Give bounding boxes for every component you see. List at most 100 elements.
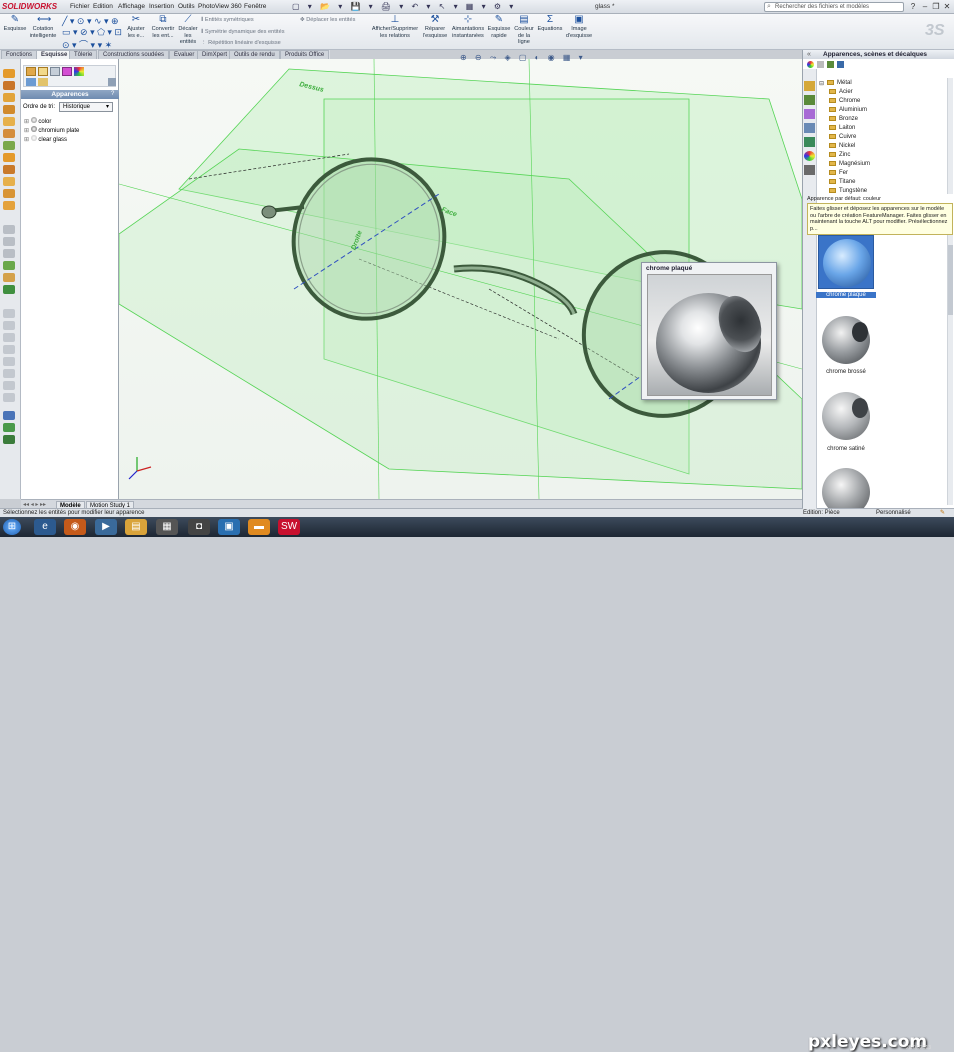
- toolbar-icon[interactable]: [3, 249, 15, 258]
- view-palette-tab-icon[interactable]: [804, 137, 815, 147]
- toolbar-icon[interactable]: [3, 369, 15, 378]
- start-button-icon[interactable]: ⊞: [3, 519, 21, 535]
- toolbar-icon[interactable]: [3, 261, 15, 270]
- tree-root-metal[interactable]: Métal: [827, 79, 852, 88]
- restore-icon[interactable]: ❐: [931, 2, 941, 12]
- toolbar-icon[interactable]: [3, 237, 15, 246]
- toolbar-icon[interactable]: [3, 321, 15, 330]
- property-manager-tab-icon[interactable]: [38, 67, 48, 76]
- swatch-scrollbar[interactable]: [947, 235, 953, 505]
- image-viewer-icon[interactable]: ▣: [218, 519, 240, 535]
- close-icon[interactable]: ✕: [942, 2, 952, 12]
- swatch-label[interactable]: chrome satiné: [816, 446, 876, 452]
- offset-entities-button[interactable]: ⟋ Décaler les entités: [177, 15, 199, 46]
- toolbar-icon[interactable]: [3, 165, 15, 174]
- tree-item-bronze[interactable]: Bronze: [829, 115, 858, 124]
- toolbar-icon[interactable]: [3, 177, 15, 186]
- menu-fichier[interactable]: Fichier: [70, 3, 90, 10]
- chevron-down-icon[interactable]: ▾: [106, 103, 109, 110]
- toolbar-icon[interactable]: [3, 333, 15, 342]
- toolbar-icon[interactable]: [3, 393, 15, 402]
- convert-entities-button[interactable]: ⧉ Convertir les ent...: [150, 15, 176, 39]
- line-color-button[interactable]: ▤ Couleur de la ligne: [513, 15, 535, 46]
- library-tab-icon[interactable]: [804, 95, 815, 105]
- toolbar-icon[interactable]: [3, 381, 15, 390]
- equations-button[interactable]: Σ Equations: [536, 15, 564, 33]
- smart-dimension-button[interactable]: ⟷ Cotation intelligente: [29, 15, 57, 39]
- home-icon[interactable]: [817, 61, 824, 68]
- swatch-chrome-brosse[interactable]: [818, 312, 874, 368]
- resources-tab-icon[interactable]: [804, 81, 815, 91]
- custom-props-tab-icon[interactable]: [804, 165, 815, 175]
- rapid-sketch-button[interactable]: ✎ Esquisse rapide: [487, 15, 511, 39]
- line-tools-icon[interactable]: ╱ ▾ ⊙ ▾ ∿ ▾ ⊕: [62, 16, 122, 27]
- folder-icon[interactable]: ▬: [248, 519, 270, 535]
- toolbar-icon[interactable]: [3, 345, 15, 354]
- tree-item-aluminium[interactable]: Aluminium: [829, 106, 867, 115]
- explorer-tab-icon[interactable]: [804, 109, 815, 119]
- trim-entities-button[interactable]: ✂ Ajuster les e...: [124, 15, 148, 39]
- toolbar-icon[interactable]: [3, 411, 15, 420]
- expand-icon[interactable]: ⊞: [24, 137, 31, 143]
- internet-explorer-icon[interactable]: e: [34, 519, 56, 535]
- tree-scrollbar[interactable]: [947, 78, 953, 194]
- mirror-entities-button[interactable]: ⫴ Entités symétriques: [201, 17, 254, 24]
- toolbar-icon[interactable]: [3, 435, 15, 444]
- toolbar-icon[interactable]: [3, 81, 15, 90]
- search-tab-icon[interactable]: [804, 123, 815, 133]
- toolbar-icon[interactable]: [3, 117, 15, 126]
- swatch-next[interactable]: [818, 464, 874, 508]
- status-custom[interactable]: Personnalisé: [876, 509, 911, 517]
- toolbar-icon[interactable]: [3, 129, 15, 138]
- shape-tools-icon[interactable]: ▭ ▾ ⊘ ▾ ⬠ ▾ ⊡: [62, 27, 122, 38]
- tree-item-tungstene[interactable]: Tungstène: [829, 187, 867, 196]
- tree-item-color[interactable]: ⊞ color: [24, 117, 51, 126]
- tree-item-laiton[interactable]: Laiton: [829, 124, 855, 133]
- expand-icon[interactable]: ⊞: [24, 119, 31, 125]
- linear-pattern-button[interactable]: ⋮ Répétition linéaire d'esquisse: [201, 40, 281, 46]
- edit-icon[interactable]: ✎: [940, 509, 945, 517]
- add-icon[interactable]: [827, 61, 834, 68]
- firefox-icon[interactable]: ◉: [64, 519, 86, 535]
- tab-outils-de-rendu[interactable]: Outils de rendu: [229, 50, 280, 59]
- sort-select[interactable]: Historique: [59, 102, 113, 112]
- toolbar-icon[interactable]: [3, 69, 15, 78]
- tab-evaluer[interactable]: Evaluer: [169, 50, 200, 59]
- tree-item-acier[interactable]: Acier: [829, 88, 853, 97]
- swatch-label[interactable]: chrome plaqué: [816, 292, 876, 298]
- display-icon[interactable]: [26, 78, 36, 86]
- toolbar-icon[interactable]: [3, 225, 15, 234]
- file-explorer-icon[interactable]: ▤: [125, 519, 147, 535]
- minimize-icon[interactable]: –: [920, 2, 930, 12]
- menu-insertion[interactable]: Insertion: [149, 3, 174, 10]
- quick-snaps-button[interactable]: ⊹ Aimantations instantanées: [450, 15, 486, 39]
- settings-icon[interactable]: [108, 78, 116, 86]
- appearance-tab-icon[interactable]: [74, 67, 84, 76]
- back-forward-icon[interactable]: «: [807, 51, 811, 58]
- menu-outils[interactable]: Outils: [178, 3, 195, 10]
- tree-item-titane[interactable]: Titane: [829, 178, 855, 187]
- media-player-icon[interactable]: ▶: [95, 519, 117, 535]
- appearance-icon[interactable]: [807, 61, 814, 68]
- feature-tree-tab-icon[interactable]: [26, 67, 36, 76]
- dimxpert-tab-icon[interactable]: [62, 67, 72, 76]
- quick-access-toolbar[interactable]: ▢ ▾ 📂 ▾ 💾 ▾ 🖨 ▾ ↶ ▾ ↖ ▾ ▦ ▾ ⚙ ▾: [292, 2, 516, 11]
- toolbar-icon[interactable]: [3, 201, 15, 210]
- swatch-label[interactable]: chrome brossé: [816, 369, 876, 375]
- help-icon[interactable]: ?: [111, 91, 114, 97]
- dynamic-mirror-button[interactable]: ⫴ Symétrie dynamique des entités: [201, 29, 285, 36]
- toolbar-icon[interactable]: [3, 153, 15, 162]
- tab-scroll-arrows[interactable]: ◂◂ ◂ ▸ ▸▸: [23, 501, 46, 508]
- toolbar-icon[interactable]: [3, 285, 15, 294]
- tree-item-fer[interactable]: Fer: [829, 169, 848, 178]
- heads-up-view-toolbar[interactable]: ⊕ ⊖ ⤳ ◈ ▢ ◐ ◉ ▦ ▾: [460, 53, 586, 63]
- move-entities-button[interactable]: ✥ Déplacer les entités: [300, 17, 355, 23]
- swatch-chrome-plaque[interactable]: [818, 235, 874, 289]
- display-relations-button[interactable]: ⊥ Afficher/Supprimer les relations: [370, 15, 420, 39]
- sketch-button[interactable]: ✎ Esquisse: [3, 15, 27, 33]
- tab-fonctions[interactable]: Fonctions: [1, 50, 38, 59]
- tree-item-cuivre[interactable]: Cuivre: [829, 133, 856, 142]
- search-input[interactable]: Rechercher des fichiers et modèles: [764, 2, 904, 12]
- toolbar-icon[interactable]: [3, 189, 15, 198]
- menu-photoview[interactable]: PhotoView 360: [198, 3, 242, 10]
